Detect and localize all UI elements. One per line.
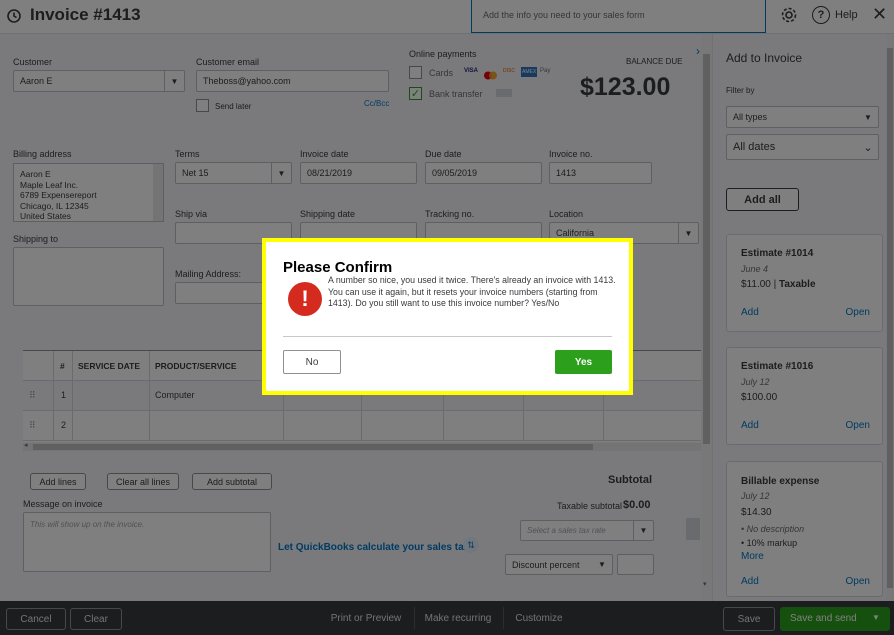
dialog-message: A number so nice, you used it twice. The… (328, 275, 616, 309)
confirm-dialog: Please Confirm ! A number so nice, you u… (262, 238, 633, 395)
error-icon: ! (288, 282, 322, 316)
no-button[interactable]: No (283, 350, 341, 374)
dialog-title: Please Confirm (283, 259, 393, 276)
yes-button[interactable]: Yes (555, 350, 612, 374)
dialog-divider (283, 336, 612, 337)
